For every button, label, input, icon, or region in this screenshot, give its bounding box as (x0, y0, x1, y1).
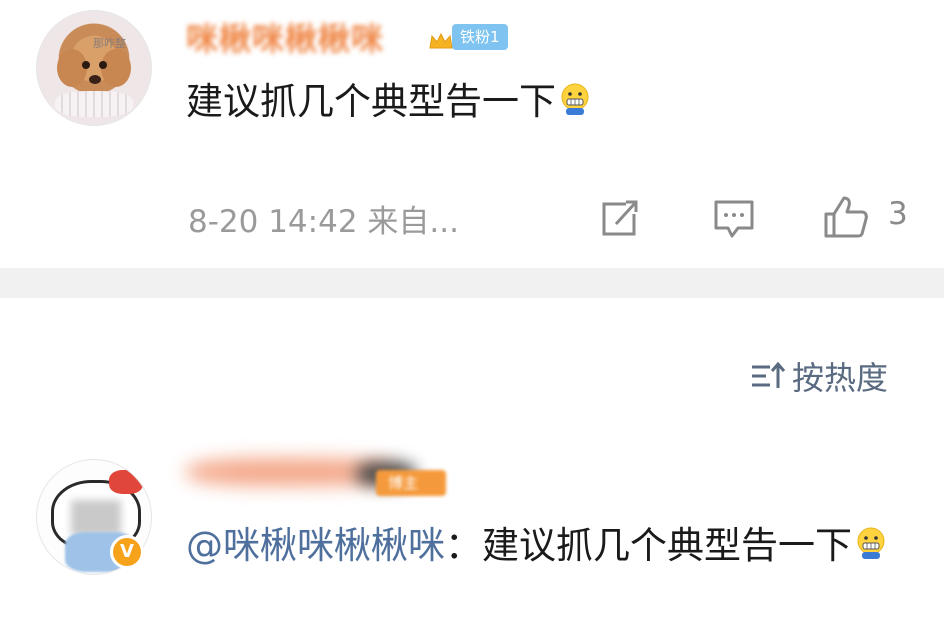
share-icon[interactable] (598, 198, 642, 238)
avatar-tag: 那咋整 (93, 37, 126, 50)
commenter-name[interactable]: 咪楸咪楸楸咪 (186, 14, 384, 60)
comment-body: 建议抓几个典型告一下 (186, 78, 592, 126)
avatar-eye-left (82, 61, 90, 69)
crown-icon (429, 32, 453, 49)
avatar-bow (109, 470, 143, 494)
blogger-badge-label: 博主 (388, 474, 419, 492)
like-count: 3 (888, 196, 908, 232)
sort-by-hot-button[interactable]: 按热度 (750, 356, 889, 397)
reply-body: @咪楸咪楸楸咪：建议抓几个典型告一下 (186, 518, 926, 574)
comment-card: 那咋整 咪楸咪楸楸咪 铁粉1 建议抓几个典型告一下 8-20 14:42 来自.… (0, 0, 944, 268)
avatar-nose (89, 75, 101, 84)
avatar-eye-right (99, 61, 107, 69)
comment-text: 建议抓几个典型告一下 (186, 80, 556, 123)
reply-text: 建议抓几个典型告一下 (482, 524, 852, 567)
like-icon[interactable] (822, 194, 870, 240)
verified-badge: V (110, 535, 144, 569)
comment-icon[interactable] (712, 198, 756, 240)
mention-link[interactable]: @咪楸咪楸楸咪 (186, 524, 445, 567)
sort-icon (752, 361, 786, 388)
avatar-blur (71, 500, 121, 536)
blogger-badge: 博主 (376, 470, 446, 496)
comment-meta: 8-20 14:42 来自... (188, 204, 459, 240)
grimace-emoji-icon (854, 520, 888, 559)
reply-separator: ： (445, 524, 482, 567)
grimace-emoji-icon (558, 80, 592, 115)
fan-badge[interactable]: 铁粉1 (452, 24, 508, 50)
commenter-avatar[interactable]: 那咋整 (36, 10, 152, 126)
sort-label: 按热度 (792, 359, 889, 397)
section-divider (0, 268, 944, 298)
avatar-collar (55, 91, 133, 117)
